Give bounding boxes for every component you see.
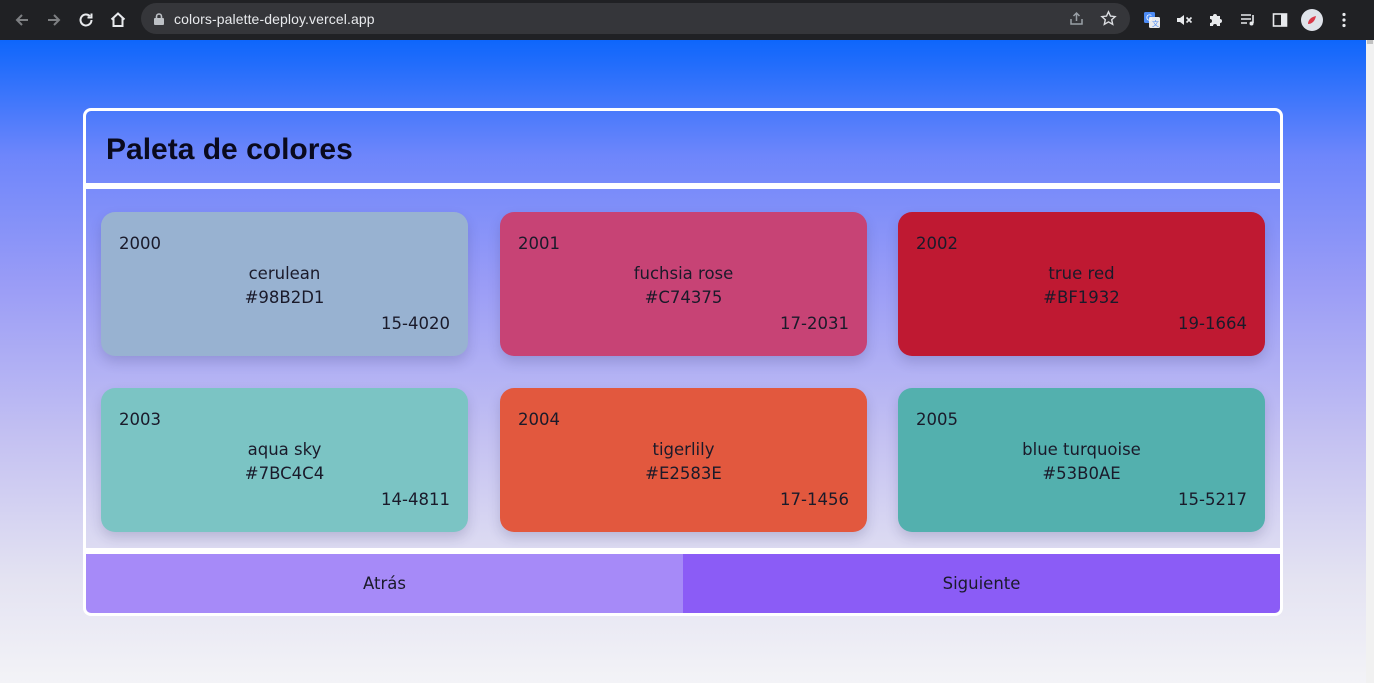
side-panel-icon [1272, 13, 1288, 27]
lock-icon[interactable] [151, 11, 167, 27]
page-title: Paleta de colores [106, 133, 353, 166]
back-page-button[interactable]: Atrás [86, 554, 683, 613]
color-hex: #BF1932 [1043, 288, 1120, 307]
color-code: 14-4811 [381, 490, 450, 509]
mute-icon [1177, 15, 1193, 25]
translate-button[interactable]: G文 [1136, 4, 1168, 36]
color-code: 17-2031 [780, 314, 849, 333]
star-icon [1099, 10, 1117, 26]
avatar [1301, 9, 1323, 31]
next-page-button[interactable]: Siguiente [683, 554, 1280, 613]
color-hex: #E2583E [645, 464, 722, 483]
browser-toolbar: colors-palette-deploy.vercel.app G文 [0, 0, 1374, 40]
home-button[interactable] [102, 4, 134, 36]
panel-header: Paleta de colores [86, 111, 1280, 189]
color-year: 2005 [916, 410, 958, 429]
side-panel-button[interactable] [1264, 4, 1296, 36]
scrollbar-thumb[interactable] [1367, 40, 1373, 44]
menu-button[interactable] [1328, 4, 1360, 36]
color-code: 15-4020 [381, 314, 450, 333]
color-card: 2005 blue turquoise #53B0AE 15-5217 [898, 388, 1265, 532]
bookmark-button[interactable] [1092, 6, 1124, 31]
color-code: 19-1664 [1178, 314, 1247, 333]
color-name: blue turquoise [1022, 440, 1141, 459]
forward-button[interactable] [38, 4, 70, 36]
home-icon [110, 12, 126, 27]
reload-button[interactable] [70, 4, 102, 36]
color-card: 2004 tigerlily #E2583E 17-1456 [500, 388, 867, 532]
address-bar[interactable]: colors-palette-deploy.vercel.app [141, 3, 1130, 34]
color-code: 17-1456 [780, 490, 849, 509]
color-year: 2004 [518, 410, 560, 429]
color-name: tigerlily [652, 440, 715, 459]
puzzle-icon [1210, 14, 1222, 26]
media-button[interactable] [1232, 4, 1264, 36]
color-hex: #53B0AE [1042, 464, 1121, 483]
arrow-right-icon [48, 14, 61, 26]
url-text[interactable]: colors-palette-deploy.vercel.app [174, 11, 375, 27]
color-year: 2001 [518, 234, 560, 253]
color-name: true red [1048, 264, 1115, 283]
svg-text:文: 文 [1152, 19, 1159, 28]
kebab-menu-icon [1342, 12, 1346, 28]
profile-button[interactable] [1296, 4, 1328, 36]
color-card: 2002 true red #BF1932 19-1664 [898, 212, 1265, 356]
translate-icon: G文 [1144, 12, 1160, 28]
color-year: 2002 [916, 234, 958, 253]
mute-button[interactable] [1168, 4, 1200, 36]
share-button[interactable] [1060, 6, 1092, 31]
color-hex: #C74375 [644, 288, 723, 307]
color-year: 2003 [119, 410, 161, 429]
color-name: cerulean [248, 264, 321, 283]
color-card: 2003 aqua sky #7BC4C4 14-4811 [101, 388, 468, 532]
arrow-left-icon [15, 14, 28, 26]
extensions-bar: G文 [1136, 4, 1360, 36]
color-code: 15-5217 [1178, 490, 1247, 509]
palette-panel: Paleta de colores 2000 cerulean #98B2D1 … [83, 108, 1283, 616]
page-viewport: Paleta de colores 2000 cerulean #98B2D1 … [0, 40, 1366, 683]
color-cards-grid: 2000 cerulean #98B2D1 15-4020 2001 fuchs… [86, 195, 1280, 544]
page-scrollbar[interactable] [1366, 40, 1374, 683]
color-card: 2000 cerulean #98B2D1 15-4020 [101, 212, 468, 356]
nav-buttons [6, 4, 134, 36]
back-button[interactable] [6, 4, 38, 36]
reload-icon [79, 13, 93, 27]
pagination-bar: Atrás Siguiente [86, 548, 1280, 613]
color-name: fuchsia rose [633, 264, 734, 283]
color-card: 2001 fuchsia rose #C74375 17-2031 [500, 212, 867, 356]
color-year: 2000 [119, 234, 161, 253]
color-name: aqua sky [247, 440, 322, 459]
color-hex: #98B2D1 [244, 288, 325, 307]
share-icon [1069, 11, 1083, 25]
extensions-button[interactable] [1200, 4, 1232, 36]
omnibox-actions [1060, 6, 1124, 31]
media-queue-icon [1241, 14, 1254, 26]
color-hex: #7BC4C4 [244, 464, 325, 483]
